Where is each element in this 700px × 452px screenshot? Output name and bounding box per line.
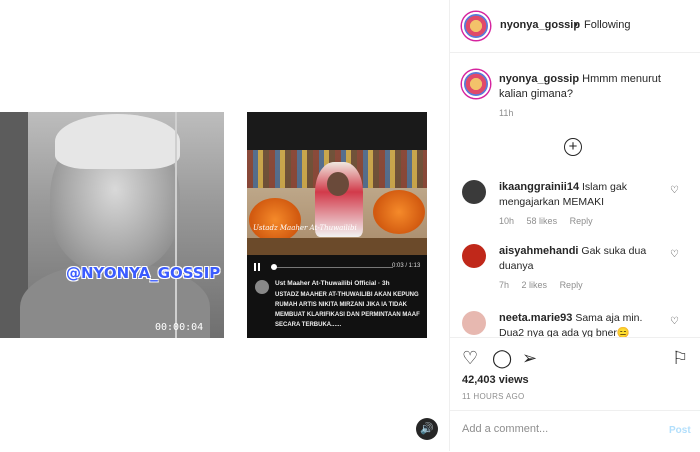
progress-handle bbox=[271, 264, 277, 270]
video-timecode: 00:00:04 bbox=[155, 322, 204, 333]
pause-icon bbox=[254, 263, 260, 271]
comment-username[interactable]: aisyahmehandi bbox=[499, 245, 578, 257]
bookmark-icon[interactable]: ⚐ bbox=[672, 348, 688, 369]
embedded-caption-head: Ust Maaher At-Thuwailibi Official · 3h bbox=[275, 280, 390, 287]
comment-likes[interactable]: 2 likes bbox=[522, 280, 548, 290]
post-age: 11 HOURS AGO bbox=[462, 392, 525, 401]
heart-icon[interactable]: ♡ bbox=[462, 348, 478, 369]
embedded-time: 0:03 / 1:13 bbox=[392, 263, 421, 269]
progress-track bbox=[271, 267, 393, 268]
post-header: nyonya_gossip • Following bbox=[450, 0, 700, 53]
embedded-controls: 0:03 / 1:13 bbox=[247, 260, 427, 274]
embedded-caption-body: USTADZ MAAHER AT-THUWAILIBI AKAN KEPUNG … bbox=[275, 292, 420, 328]
comment-avatar[interactable] bbox=[462, 311, 486, 335]
post-button[interactable]: Post bbox=[669, 425, 691, 436]
comment-icon[interactable]: ◯ bbox=[492, 348, 512, 369]
header-username[interactable]: nyonya_gossip bbox=[500, 19, 580, 31]
embedded-avatar bbox=[255, 280, 269, 294]
post-modal: @NYONYA_GOSSIP 00:00:04 Ustadz Maaher At… bbox=[0, 0, 700, 451]
comment-username[interactable]: neeta.marie93 bbox=[499, 312, 572, 324]
comment-avatar[interactable] bbox=[462, 244, 486, 268]
comment-avatar[interactable] bbox=[462, 180, 486, 204]
comment-text: neeta.marie93 Sama aja min. Dua2 nya ga … bbox=[499, 311, 664, 337]
caption-time: 11h bbox=[499, 108, 514, 118]
comment-text: ikaanggrainii14 Islam gak mengajarkan ME… bbox=[499, 180, 664, 210]
heart-icon[interactable]: ♡ bbox=[670, 316, 679, 327]
post-actions: ♡ ◯ ➢ ⚐ 42,403 views 11 HOURS AGO Post bbox=[450, 337, 700, 451]
video-right-panel: Ustadz Maaher At-Thuwailibi 0:03 / 1:13 … bbox=[247, 112, 427, 338]
comment-meta: 7h 2 likes Reply bbox=[499, 280, 593, 290]
embedded-video-label: Ustadz Maaher At-Thuwailibi bbox=[253, 224, 357, 232]
avatar[interactable] bbox=[462, 12, 490, 40]
plus-circle-icon[interactable]: + bbox=[564, 138, 582, 156]
comment-meta: 10h 58 likes Reply bbox=[499, 216, 603, 226]
comment-item: neeta.marie93 Sama aja min. Dua2 nya ga … bbox=[462, 311, 692, 337]
video-watermark: @NYONYA_GOSSIP bbox=[66, 264, 221, 282]
follow-status-button[interactable]: Following bbox=[584, 19, 630, 31]
caption-text: nyonya_gossip Hmmm menurut kalian gimana… bbox=[499, 72, 689, 102]
header-separator: • bbox=[574, 19, 578, 31]
view-count[interactable]: 42,403 views bbox=[462, 374, 529, 386]
comment-username[interactable]: ikaanggrainii14 bbox=[499, 181, 579, 193]
comment-input[interactable] bbox=[462, 423, 652, 435]
add-comment-bar: Post bbox=[450, 410, 700, 452]
comment-time: 7h bbox=[499, 280, 510, 290]
caption-avatar[interactable] bbox=[462, 70, 490, 98]
heart-icon[interactable]: ♡ bbox=[670, 249, 679, 260]
post-sidebar: nyonya_gossip • Following nyonya_gossip … bbox=[449, 0, 700, 451]
video-left-panel: @NYONYA_GOSSIP 00:00:04 bbox=[0, 112, 224, 338]
video-player[interactable]: @NYONYA_GOSSIP 00:00:04 Ustadz Maaher At… bbox=[0, 0, 449, 451]
reply-button[interactable]: Reply bbox=[560, 280, 583, 290]
comment-text: aisyahmehandi Gak suka dua duanya bbox=[499, 244, 664, 274]
caption-username[interactable]: nyonya_gossip bbox=[499, 73, 579, 85]
speaker-icon[interactable]: 🔊 bbox=[416, 418, 438, 440]
heart-icon[interactable]: ♡ bbox=[670, 185, 679, 196]
comment-time: 10h bbox=[499, 216, 515, 226]
reply-button[interactable]: Reply bbox=[570, 216, 593, 226]
comment-likes[interactable]: 58 likes bbox=[527, 216, 558, 226]
paper-plane-icon[interactable]: ➢ bbox=[522, 348, 537, 369]
